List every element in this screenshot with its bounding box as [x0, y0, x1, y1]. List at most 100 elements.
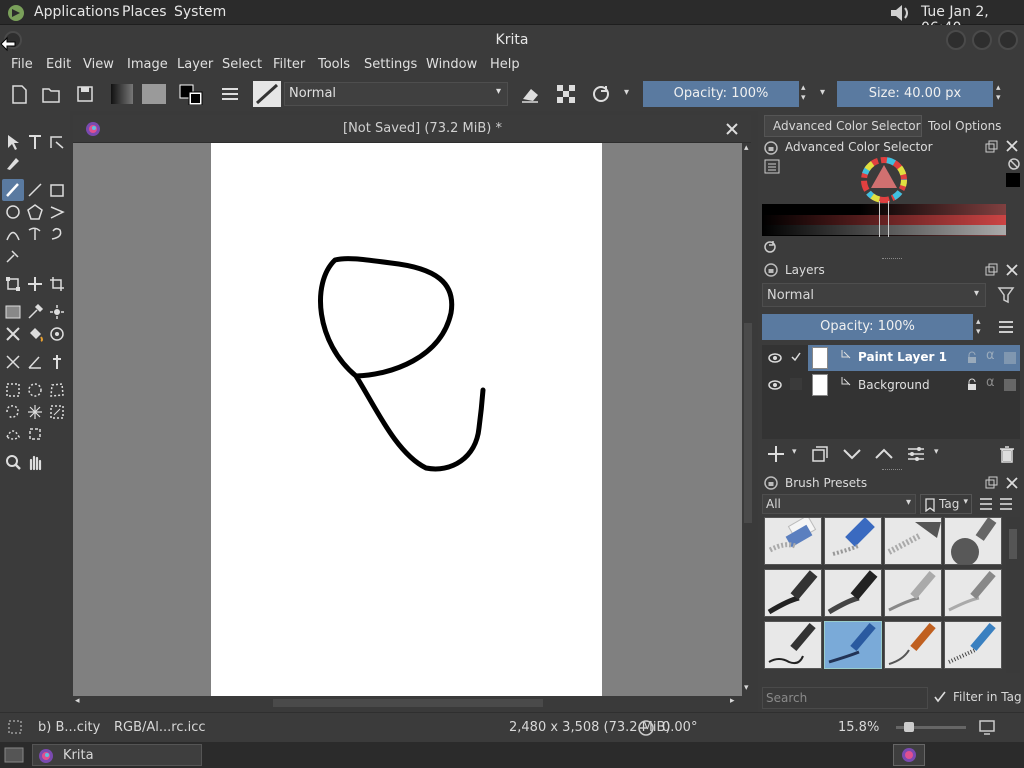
- move-layer-up-icon[interactable]: [874, 446, 894, 462]
- gnome-foot-icon[interactable]: [6, 3, 26, 23]
- duplicate-layer-icon[interactable]: [810, 444, 830, 464]
- close-icon[interactable]: [1006, 140, 1018, 152]
- smart-patch-icon[interactable]: [48, 303, 66, 321]
- minimize-button[interactable]: [946, 30, 966, 50]
- measure-tool-icon[interactable]: [4, 353, 22, 371]
- scroll-right-icon[interactable]: ▸: [730, 696, 735, 706]
- freehand-select-icon[interactable]: [4, 403, 22, 421]
- brush-preset-ink-pen[interactable]: [764, 569, 822, 617]
- chevron-down-icon[interactable]: ▾: [792, 447, 797, 457]
- close-icon[interactable]: [725, 122, 739, 136]
- list-view-icon[interactable]: [979, 497, 993, 511]
- brush-preset-eraser[interactable]: [764, 517, 822, 565]
- eraser-icon[interactable]: [519, 83, 541, 105]
- lock-layer-icon[interactable]: [966, 351, 978, 363]
- preset-tag-dropdown[interactable]: All ▾: [762, 494, 916, 514]
- opacity-slider[interactable]: Opacity: 100%: [643, 81, 799, 107]
- menu-help[interactable]: Help: [490, 57, 520, 72]
- brush-preset-airbrush[interactable]: [944, 517, 1002, 565]
- tab-tool-options[interactable]: Tool Options: [922, 116, 1012, 138]
- color-selector-menu-icon[interactable]: [764, 159, 780, 175]
- menu-file[interactable]: File: [11, 57, 33, 72]
- move-layer-down-icon[interactable]: [842, 446, 862, 462]
- line-tool-icon[interactable]: [26, 181, 44, 199]
- polygon-tool-icon[interactable]: [26, 203, 44, 221]
- reference-tool-icon[interactable]: [48, 353, 66, 371]
- vertical-scroll-thumb[interactable]: [744, 323, 752, 523]
- enclose-fill-icon[interactable]: [48, 325, 66, 343]
- hamburger-menu-icon[interactable]: [997, 319, 1015, 335]
- chevron-down-icon[interactable]: ▾: [624, 87, 629, 98]
- bezier-select-icon[interactable]: [4, 425, 22, 443]
- menu-layer[interactable]: Layer: [177, 57, 213, 72]
- layer-name[interactable]: Paint Layer 1: [858, 350, 947, 364]
- color-picker-icon[interactable]: [26, 303, 44, 321]
- filter-in-tag-checkbox[interactable]: [934, 691, 946, 703]
- brush-tool-icon[interactable]: [4, 181, 22, 199]
- scroll-up-icon[interactable]: ▴: [744, 143, 749, 153]
- move-tool-icon[interactable]: [26, 275, 44, 293]
- ellipse-tool-icon[interactable]: [4, 203, 22, 221]
- rotation-value[interactable]: 0.00°: [662, 720, 697, 735]
- new-document-icon[interactable]: [8, 83, 30, 105]
- brush-preset-selected[interactable]: [824, 621, 882, 669]
- menu-settings[interactable]: Settings: [364, 57, 417, 72]
- layer-properties-icon[interactable]: [906, 444, 926, 464]
- rect-select-icon[interactable]: [4, 381, 22, 399]
- gradient-tool-icon[interactable]: [4, 303, 22, 321]
- resize-handle[interactable]: [882, 258, 902, 260]
- workspace-switcher[interactable]: [893, 744, 925, 766]
- edit-shapes-icon[interactable]: [48, 133, 66, 151]
- zoom-tool-icon[interactable]: [4, 453, 22, 471]
- freehand-path-icon[interactable]: [26, 225, 44, 243]
- float-docker-icon[interactable]: [984, 476, 998, 490]
- add-layer-icon[interactable]: [766, 444, 786, 464]
- bezier-tool-icon[interactable]: [4, 225, 22, 243]
- polyline-tool-icon[interactable]: [48, 203, 66, 221]
- size-spin-arrows[interactable]: ▴ ▾: [996, 83, 1001, 103]
- polygon-select-icon[interactable]: [48, 381, 66, 399]
- layer-blend-dropdown[interactable]: Normal ▾: [762, 283, 986, 307]
- rotation-dial-icon[interactable]: [636, 719, 656, 737]
- alpha-lock-icon[interactable]: α: [986, 348, 995, 363]
- brush-preset-pencil-hard[interactable]: [944, 569, 1002, 617]
- zoom-value[interactable]: 15.8%: [838, 720, 879, 735]
- ellipse-select-icon[interactable]: [26, 381, 44, 399]
- canvas-paper[interactable]: [211, 143, 602, 696]
- horizontal-scroll-thumb[interactable]: [273, 699, 543, 707]
- crop-tool-icon[interactable]: [48, 275, 66, 293]
- lock-icon[interactable]: [764, 263, 778, 277]
- brush-preset-blender[interactable]: [824, 517, 882, 565]
- menu-select[interactable]: Select: [222, 57, 262, 72]
- show-desktop-icon[interactable]: [4, 746, 24, 764]
- rectangle-tool-icon[interactable]: [48, 181, 66, 199]
- lock-icon[interactable]: [764, 141, 778, 155]
- reload-preset-icon[interactable]: [590, 83, 612, 105]
- eye-icon[interactable]: [768, 379, 782, 391]
- brush-settings-icon[interactable]: [219, 83, 241, 105]
- lock-layer-icon[interactable]: [966, 378, 978, 390]
- brush-size-slider[interactable]: Size: 40.00 px: [837, 81, 993, 107]
- close-icon[interactable]: [1006, 477, 1018, 489]
- contiguous-select-icon[interactable]: [26, 403, 44, 421]
- document-tab[interactable]: [Not Saved] (73.2 MiB) *: [73, 115, 751, 143]
- preset-scrollbar[interactable]: [1006, 517, 1020, 673]
- checkmark-icon[interactable]: [790, 351, 802, 363]
- blend-mode-dropdown[interactable]: Normal ▾: [284, 82, 508, 106]
- delete-layer-icon[interactable]: [997, 444, 1017, 464]
- assistant-tool-icon[interactable]: [4, 325, 22, 343]
- inherit-alpha-icon[interactable]: [1003, 351, 1017, 365]
- fit-screen-icon[interactable]: [978, 718, 996, 736]
- angle-tool-icon[interactable]: [26, 353, 44, 371]
- color-bar-cursor[interactable]: [879, 201, 889, 237]
- inherit-alpha-icon[interactable]: [1003, 378, 1017, 392]
- layer-checkbox[interactable]: [790, 378, 802, 390]
- volume-icon[interactable]: [888, 3, 912, 23]
- brush-preset-brush-pen[interactable]: [884, 621, 942, 669]
- zoom-slider-handle[interactable]: [904, 722, 914, 732]
- menu-view[interactable]: View: [83, 57, 114, 72]
- brush-preset-pencil-soft[interactable]: [884, 569, 942, 617]
- refresh-icon[interactable]: [763, 240, 777, 254]
- menu-edit[interactable]: Edit: [46, 57, 71, 72]
- menu-image[interactable]: Image: [127, 57, 168, 72]
